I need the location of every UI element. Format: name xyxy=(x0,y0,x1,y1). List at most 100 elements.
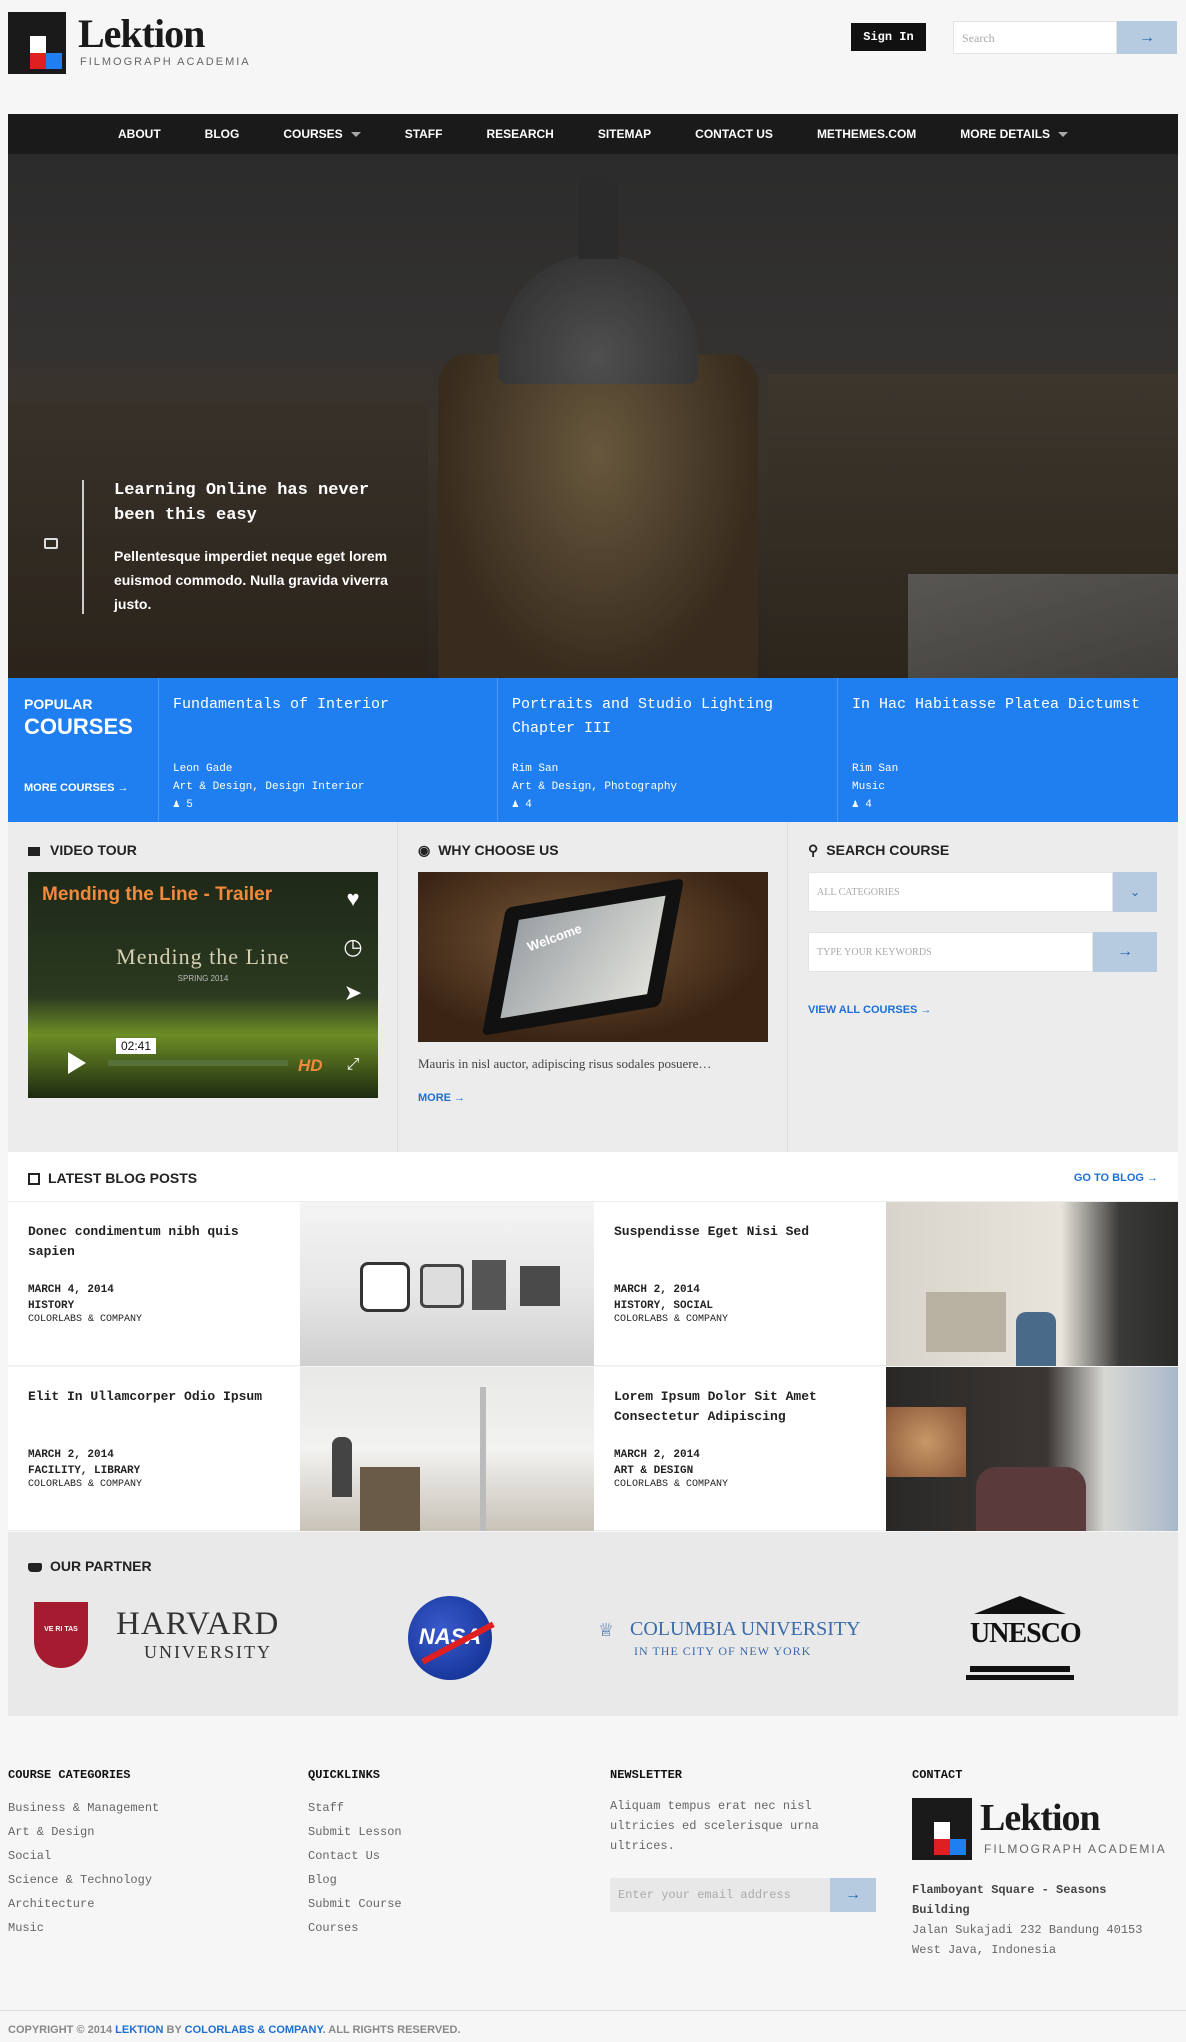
post-category[interactable]: HISTORY xyxy=(28,1298,114,1314)
course-card[interactable]: Portraits and Studio Lighting Chapter II… xyxy=(497,678,837,822)
course-meta: Rim San Music ♟ 4 xyxy=(852,760,898,814)
footer-logo-name[interactable]: Lektion xyxy=(980,1796,1101,1840)
footer-link[interactable]: Architecture xyxy=(8,1892,159,1916)
keyword-input[interactable]: TYPE YOUR KEYWORDS xyxy=(808,932,1093,972)
footer-link[interactable]: Social xyxy=(8,1844,159,1868)
post-meta: MARCH 2, 2014 ART & DESIGN xyxy=(614,1447,700,1479)
post-date: MARCH 2, 2014 xyxy=(28,1449,114,1461)
chevron-down-icon[interactable]: ⌄ xyxy=(1113,872,1157,912)
harvard-sub: UNIVERSITY xyxy=(144,1642,272,1662)
clock-icon[interactable]: ◷ xyxy=(338,934,368,964)
footer-link[interactable]: Staff xyxy=(308,1796,402,1820)
go-to-blog-link[interactable]: GO TO BLOG → xyxy=(1074,1172,1158,1184)
harvard-logo[interactable]: VE RI TAS HARVARD UNIVERSITY xyxy=(34,1602,314,1672)
footer-link[interactable]: Music xyxy=(8,1916,159,1940)
newsletter-submit-button[interactable]: → xyxy=(830,1878,876,1912)
footer-quicklinks-list: Staff Submit Lesson Contact Us Blog Subm… xyxy=(308,1796,402,1940)
logo-mark[interactable] xyxy=(8,12,66,74)
course-title[interactable]: Fundamentals of Interior xyxy=(173,693,483,717)
post-title[interactable]: Suspendisse Eget Nisi Sed xyxy=(614,1222,872,1242)
nav-item-methemes[interactable]: METHEMES.COM xyxy=(795,127,938,141)
post-date: MARCH 2, 2014 xyxy=(614,1449,700,1461)
post-author[interactable]: COLORLABS & COMPANY xyxy=(28,1479,142,1490)
post-author[interactable]: COLORLABS & COMPANY xyxy=(28,1314,142,1325)
nav-item-research[interactable]: RESEARCH xyxy=(464,127,575,141)
course-title[interactable]: In Hac Habitasse Platea Dictumst xyxy=(852,693,1164,717)
nav-item-about[interactable]: ABOUT xyxy=(96,127,183,141)
blog-post[interactable]: Elit In Ullamcorper Odio Ipsum MARCH 2, … xyxy=(8,1367,300,1531)
hd-icon[interactable]: HD xyxy=(298,1056,323,1076)
play-icon[interactable] xyxy=(68,1052,86,1074)
sign-in-button[interactable]: Sign In xyxy=(851,23,926,51)
search-course-heading-text: SEARCH COURSE xyxy=(826,842,950,858)
search-button[interactable]: → xyxy=(1117,21,1177,54)
footer-link[interactable]: Courses xyxy=(308,1916,402,1940)
hero-text: Pellentesque imperdiet neque eget lorem … xyxy=(114,548,388,612)
search-course-button[interactable]: → xyxy=(1093,932,1157,972)
newsletter-email-input[interactable]: Enter your email address xyxy=(610,1878,830,1912)
video-progress-bar[interactable] xyxy=(108,1060,288,1066)
footer-categories-heading: COURSE CATEGORIES xyxy=(8,1768,131,1782)
video-player[interactable]: Mending the Line - Trailer Mending the L… xyxy=(28,872,378,1098)
logo-name[interactable]: Lektion xyxy=(78,10,205,57)
footer-link[interactable]: Contact Us xyxy=(308,1844,402,1868)
course-card[interactable]: Fundamentals of Interior Leon Gade Art &… xyxy=(158,678,497,822)
nav-item-courses[interactable]: COURSES xyxy=(261,127,382,141)
course-students-count: 4 xyxy=(865,799,872,811)
columbia-sub: IN THE CITY OF NEW YORK xyxy=(634,1644,812,1658)
blog-post[interactable]: Lorem Ipsum Dolor Sit Amet Consectetur A… xyxy=(594,1367,886,1531)
nav-item-more-details[interactable]: MORE DETAILS xyxy=(938,127,1090,141)
unesco-logo[interactable]: UNESCO xyxy=(966,1596,1082,1682)
footer-link[interactable]: Art & Design xyxy=(8,1820,159,1844)
post-title[interactable]: Elit In Ullamcorper Odio Ipsum xyxy=(28,1387,286,1407)
copyright-company-link[interactable]: COLORLABS & COMPANY xyxy=(185,2024,323,2036)
footer-link[interactable]: Blog xyxy=(308,1868,402,1892)
post-author[interactable]: COLORLABS & COMPANY xyxy=(614,1314,728,1325)
post-category[interactable]: ART & DESIGN xyxy=(614,1463,700,1479)
heart-icon[interactable]: ♥ xyxy=(338,886,368,916)
footer-link[interactable]: Submit Course xyxy=(308,1892,402,1916)
why-more-link[interactable]: MORE → xyxy=(418,1092,465,1104)
post-image-exhibition[interactable] xyxy=(886,1367,1178,1531)
radio-image xyxy=(472,1260,506,1310)
harvard-shield-text: VE RI TAS xyxy=(44,1626,78,1633)
blog-post[interactable]: Donec condimentum nibh quis sapien MARCH… xyxy=(8,1202,300,1366)
view-all-courses-link[interactable]: VIEW ALL COURSES → xyxy=(808,1004,931,1016)
search-input[interactable]: Search xyxy=(953,21,1117,54)
post-image-gallery[interactable] xyxy=(886,1202,1178,1366)
post-title[interactable]: Lorem Ipsum Dolor Sit Amet Consectetur A… xyxy=(614,1387,872,1427)
post-author[interactable]: COLORLABS & COMPANY xyxy=(614,1479,728,1490)
user-icon: ♟ xyxy=(852,799,859,811)
post-title[interactable]: Donec condimentum nibh quis sapien xyxy=(28,1222,286,1262)
camera-icon[interactable] xyxy=(44,538,58,549)
blog-post[interactable]: Suspendisse Eget Nisi Sed MARCH 2, 2014 H… xyxy=(594,1202,886,1366)
post-category[interactable]: FACILITY, LIBRARY xyxy=(28,1463,140,1479)
nav-item-contact[interactable]: CONTACT US xyxy=(673,127,795,141)
post-category[interactable]: HISTORY, SOCIAL xyxy=(614,1298,713,1314)
footer-link[interactable]: Business & Management xyxy=(8,1796,159,1820)
user-icon: ♟ xyxy=(173,799,180,811)
video-title[interactable]: Mending the Line - Trailer xyxy=(42,884,272,906)
fullscreen-icon[interactable]: ⤢ xyxy=(338,1056,368,1086)
nasa-logo[interactable]: NASA xyxy=(408,1596,495,1680)
more-courses-link[interactable]: MORE COURSES → xyxy=(24,782,129,794)
footer-link[interactable]: Science & Technology xyxy=(8,1868,159,1892)
post-image-clocks[interactable] xyxy=(300,1202,594,1366)
course-card[interactable]: In Hac Habitasse Platea Dictumst Rim San… xyxy=(837,678,1178,822)
post-image-library[interactable] xyxy=(300,1367,594,1531)
category-select[interactable]: ALL CATEGORIES xyxy=(808,872,1113,912)
course-students: ♟ 4 xyxy=(512,796,677,814)
footer-contact-heading: CONTACT xyxy=(912,1768,963,1782)
nav-item-blog[interactable]: BLOG xyxy=(183,127,262,141)
copyright-brand-link[interactable]: LEKTION xyxy=(115,2024,163,2036)
course-category: Art & Design, Design Interior xyxy=(173,781,365,793)
course-title[interactable]: Portraits and Studio Lighting Chapter II… xyxy=(512,693,823,741)
footer-logo-mark[interactable] xyxy=(912,1798,972,1860)
footer-newsletter-heading: NEWSLETTER xyxy=(610,1768,683,1782)
nav-item-sitemap[interactable]: SITEMAP xyxy=(576,127,673,141)
share-icon[interactable]: ➤ xyxy=(338,980,368,1010)
columbia-logo[interactable]: ♕ COLUMBIA UNIVERSITY IN THE CITY OF NEW… xyxy=(598,1616,888,1666)
video-overlay-title: Mending the Line xyxy=(116,944,290,969)
nav-item-staff[interactable]: STAFF xyxy=(383,127,465,141)
footer-link[interactable]: Submit Lesson xyxy=(308,1820,402,1844)
